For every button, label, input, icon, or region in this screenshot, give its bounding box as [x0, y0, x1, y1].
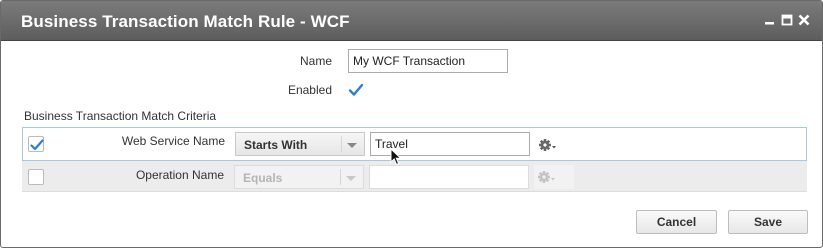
web-service-name-checkbox[interactable] — [28, 136, 44, 152]
minimize-icon[interactable] — [764, 14, 776, 26]
criteria-section-label: Business Transaction Match Criteria — [24, 109, 217, 123]
select-divider — [341, 136, 342, 152]
web-service-operator-select[interactable]: Starts With — [235, 132, 365, 156]
operation-operator-select: Equals — [234, 165, 364, 189]
operation-name-input — [369, 165, 529, 189]
chevron-down-icon — [346, 176, 356, 181]
gear-icon — [539, 139, 556, 151]
chevron-down-icon — [347, 143, 357, 148]
dialog-title: Business Transaction Match Rule - WCF — [21, 12, 350, 31]
gear-icon — [538, 171, 555, 183]
close-icon[interactable] — [798, 14, 810, 26]
operation-gear-button — [534, 165, 574, 189]
checkmark-icon — [30, 139, 44, 151]
enabled-label: Enabled — [287, 83, 332, 97]
enabled-checkbox[interactable] — [348, 82, 364, 98]
checkmark-icon — [348, 83, 364, 96]
save-button[interactable]: Save — [728, 210, 808, 234]
name-label: Name — [299, 54, 332, 68]
name-input[interactable] — [348, 49, 508, 73]
operator-value: Starts With — [244, 138, 308, 152]
criteria-row-web-service-name: Web Service Name Starts With — [22, 127, 807, 161]
dialog-body: Name Enabled Business Transaction Match … — [9, 41, 815, 242]
maximize-icon[interactable] — [781, 14, 793, 26]
cancel-button[interactable]: Cancel — [636, 210, 717, 234]
web-service-gear-button[interactable] — [535, 133, 575, 157]
criteria-row-operation-name: Operation Name Equals — [22, 161, 807, 191]
title-bar: Business Transaction Match Rule - WCF — [1, 1, 822, 41]
operation-name-checkbox[interactable] — [28, 169, 44, 185]
select-divider — [340, 169, 341, 185]
operator-value: Equals — [243, 171, 283, 185]
operation-name-label: Operation Name — [135, 168, 224, 182]
window-controls — [764, 14, 810, 26]
mouse-cursor-icon — [390, 148, 402, 166]
section-divider — [22, 191, 807, 192]
web-service-name-label: Web Service Name — [121, 134, 225, 148]
dialog-window: Business Transaction Match Rule - WCF Na… — [0, 0, 823, 248]
